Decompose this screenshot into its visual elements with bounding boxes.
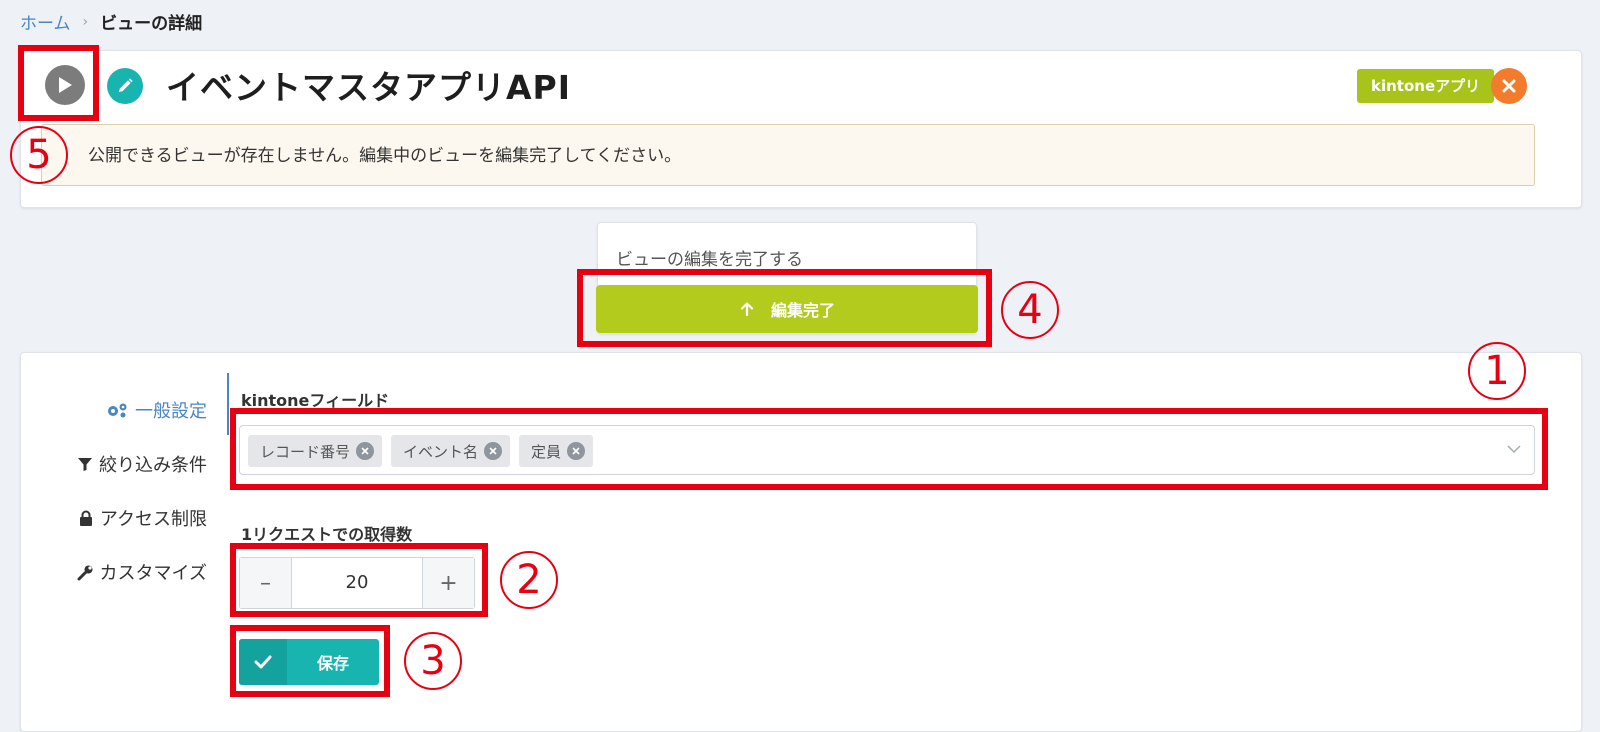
selected-field-tags: レコード番号 イベント名 定員 bbox=[248, 435, 594, 467]
complete-edit-button[interactable]: 編集完了 bbox=[596, 285, 978, 333]
breadcrumb-separator: › bbox=[82, 13, 89, 30]
increment-button[interactable]: + bbox=[422, 558, 474, 608]
chevron-down-icon[interactable] bbox=[1506, 441, 1522, 457]
sidebar-item-filter[interactable]: 絞り込み条件 bbox=[21, 437, 227, 491]
filter-icon bbox=[78, 458, 92, 471]
breadcrumb: ホーム › ビューの詳細 bbox=[20, 9, 203, 35]
field-tag: レコード番号 bbox=[248, 435, 383, 467]
warning-alert: 公開できるビューが存在しません。編集中のビューを編集完了してください。 bbox=[41, 124, 1535, 186]
play-icon[interactable] bbox=[45, 65, 85, 105]
save-button[interactable]: 保存 bbox=[239, 639, 379, 685]
field-tag-label: 定員 bbox=[531, 442, 562, 461]
close-icon[interactable] bbox=[1491, 68, 1527, 104]
sidebar-item-label: 絞り込み条件 bbox=[99, 455, 207, 476]
arrow-up-icon bbox=[740, 302, 754, 317]
save-label: 保存 bbox=[316, 654, 349, 673]
check-icon bbox=[239, 639, 287, 685]
publish-description: ビューの編集を完了する bbox=[616, 250, 803, 270]
sidebar-item-general[interactable]: 一般設定 bbox=[21, 383, 227, 437]
complete-edit-label: 編集完了 bbox=[770, 301, 835, 320]
annotation-number-3: 3 bbox=[404, 632, 462, 690]
remove-tag-icon[interactable] bbox=[567, 442, 586, 460]
kintone-fields-select[interactable]: レコード番号 イベント名 定員 bbox=[239, 425, 1535, 475]
lock-icon bbox=[79, 510, 92, 526]
field-tag: 定員 bbox=[519, 435, 594, 467]
breadcrumb-home-link[interactable]: ホーム bbox=[20, 9, 71, 34]
annotation-number-5: 5 bbox=[10, 126, 68, 184]
settings-sidebar: 一般設定 絞り込み条件 アクセス制限 カスタマイズ bbox=[21, 383, 227, 599]
remove-tag-icon[interactable] bbox=[356, 442, 375, 460]
breadcrumb-current: ビューの詳細 bbox=[100, 14, 203, 34]
kintone-app-badge[interactable]: kintoneアプリ bbox=[1357, 69, 1495, 103]
sidebar-item-label: カスタマイズ bbox=[99, 563, 207, 584]
request-count-label: 1リクエストでの取得数 bbox=[241, 525, 413, 544]
sidebar-item-customize[interactable]: カスタマイズ bbox=[21, 545, 227, 599]
sidebar-item-label: アクセス制限 bbox=[99, 509, 207, 530]
sidebar-item-access[interactable]: アクセス制限 bbox=[21, 491, 227, 545]
field-tag: イベント名 bbox=[391, 435, 511, 467]
annotation-number-2: 2 bbox=[500, 551, 558, 609]
annotation-number-1: 1 bbox=[1468, 342, 1526, 400]
field-tag-label: レコード番号 bbox=[260, 442, 351, 461]
decrement-button[interactable]: – bbox=[240, 558, 292, 608]
sidebar-item-label: 一般設定 bbox=[135, 401, 207, 422]
field-tag-label: イベント名 bbox=[403, 442, 479, 461]
view-header-card: イベントマスタアプリAPI kintoneアプリ 公開できるビューが存在しません… bbox=[20, 50, 1582, 208]
wrench-icon bbox=[77, 565, 93, 580]
annotation-number-4: 4 bbox=[1001, 281, 1059, 339]
settings-card: 一般設定 絞り込み条件 アクセス制限 カスタマイズ kintoneフィールド レ… bbox=[20, 352, 1582, 732]
gears-icon bbox=[108, 403, 127, 418]
pencil-icon[interactable] bbox=[107, 68, 143, 104]
request-count-input[interactable]: 20 bbox=[292, 558, 422, 608]
page-title: イベントマスタアプリAPI bbox=[166, 68, 572, 107]
active-tab-indicator bbox=[227, 373, 229, 435]
publish-card: ビューの編集を完了する 編集完了 bbox=[596, 222, 978, 334]
kintone-fields-label: kintoneフィールド bbox=[241, 391, 390, 410]
remove-tag-icon[interactable] bbox=[484, 442, 503, 460]
request-count-stepper: – 20 + bbox=[239, 557, 475, 609]
